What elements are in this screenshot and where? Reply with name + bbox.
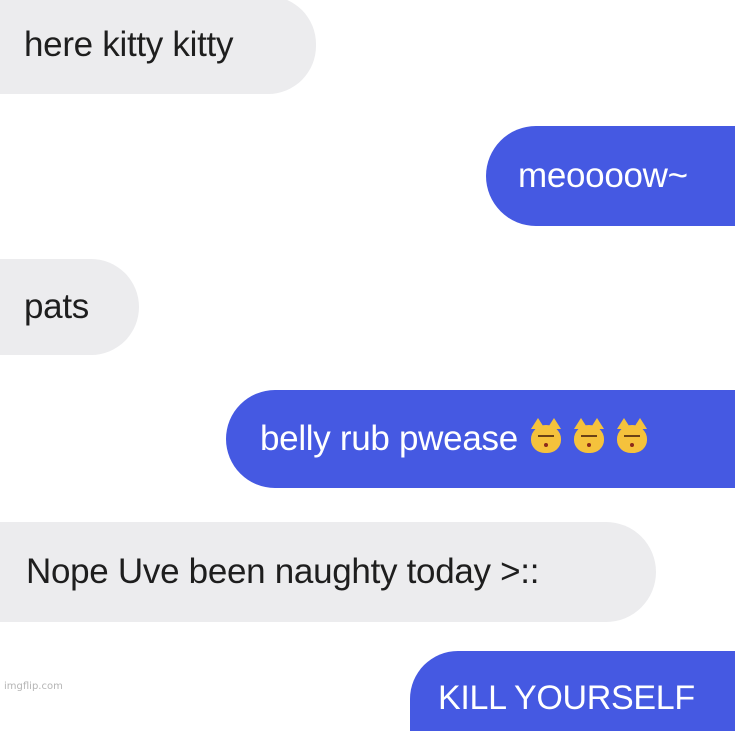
incoming-message: Nope Uve been naughty today >:: [0, 522, 656, 622]
message-text: meoooow~ [518, 156, 688, 195]
incoming-message: here kitty kitty [0, 0, 316, 94]
imgflip-watermark: imgflip.com [4, 681, 63, 692]
outgoing-message: meoooow~ [486, 126, 735, 226]
kissing-cat-emoji-icon [616, 418, 647, 453]
message-text: belly rub pwease [260, 419, 518, 458]
kissing-cat-emoji-icon [573, 418, 604, 453]
message-text: KILL YOURSELF [438, 679, 695, 717]
message-text: here kitty kitty [24, 25, 234, 64]
message-text: Nope Uve been naughty today >:: [26, 552, 540, 591]
incoming-message: pats [0, 259, 139, 355]
message-text: pats [24, 287, 89, 326]
outgoing-message: belly rub pwease [226, 390, 735, 488]
kissing-cat-emoji-icon [530, 418, 561, 453]
outgoing-message: KILL YOURSELF [410, 651, 735, 731]
